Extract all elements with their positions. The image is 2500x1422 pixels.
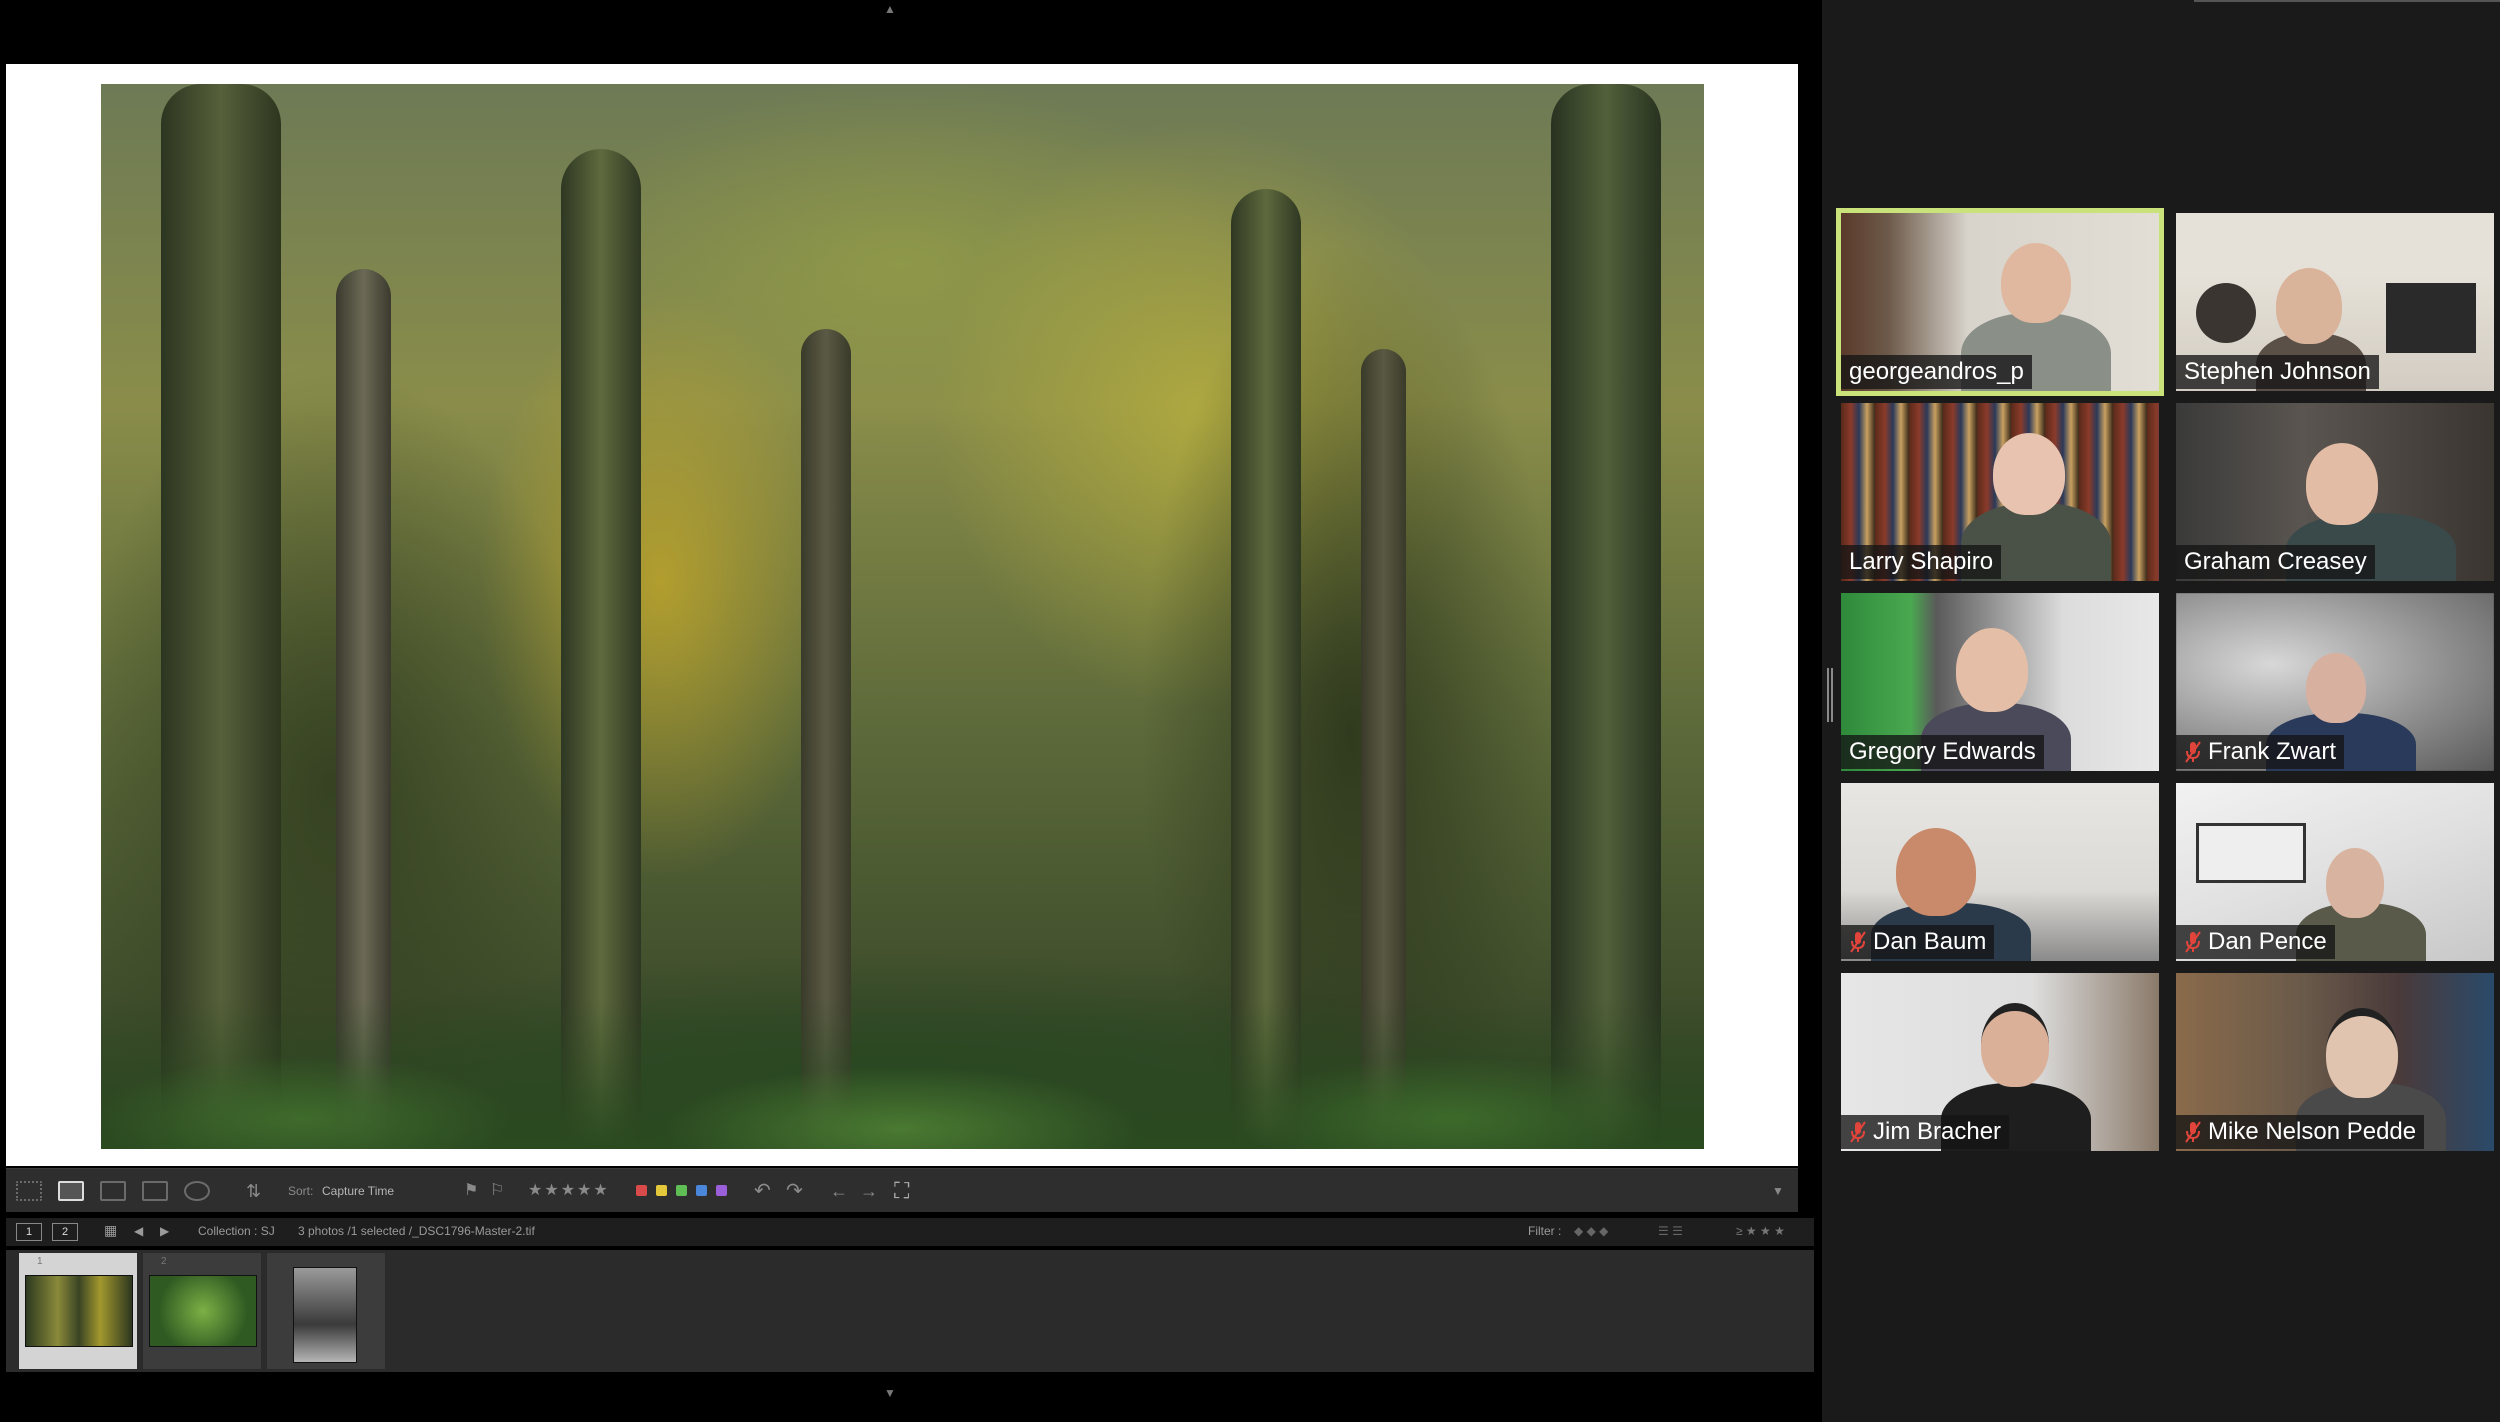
collapse-bottom-panel-arrow-icon[interactable]: ▼ — [882, 1386, 898, 1400]
flag-pick-icon[interactable]: ⚑ — [464, 1179, 478, 1203]
participant-tile[interactable]: Dan Baum — [1841, 783, 2159, 961]
participant-name: Gregory Edwards — [1849, 738, 2036, 765]
muted-mic-icon — [2184, 1120, 2202, 1144]
filter-flags-icon[interactable]: ◆ ◆ ◆ — [1574, 1224, 1608, 1238]
sort-direction-icon[interactable]: ⇅ — [246, 1179, 261, 1203]
rotate-left-icon[interactable]: ↶ — [754, 1179, 771, 1203]
label-yellow-swatch[interactable] — [656, 1185, 667, 1196]
compare-view-icon[interactable] — [100, 1181, 126, 1201]
next-photo-icon[interactable]: → — [860, 1179, 878, 1203]
back-arrow-icon[interactable]: ◀ — [134, 1224, 143, 1238]
filter-rating-icon[interactable]: ≥ ★ ★ ★ — [1736, 1224, 1785, 1238]
participant-name-tag: Dan Baum — [1841, 925, 1995, 959]
label-blue-swatch[interactable] — [696, 1185, 707, 1196]
rotate-right-icon[interactable]: ↷ — [786, 1179, 803, 1203]
thumbnail-number: 2 — [161, 1256, 167, 1267]
participant-name-tag: Gregory Edwards — [1841, 735, 2044, 769]
participant-name-tag: Stephen Johnson — [2176, 355, 2379, 389]
participant-name: Stephen Johnson — [2184, 358, 2371, 385]
label-red-swatch[interactable] — [636, 1185, 647, 1196]
participant-tile[interactable]: Gregory Edwards — [1841, 593, 2159, 771]
participant-name-tag: Graham Creasey — [2176, 545, 2375, 579]
participant-name: Dan Baum — [1873, 928, 1987, 955]
participant-name-tag: Mike Nelson Pedde — [2176, 1115, 2425, 1149]
split-view-handle[interactable] — [1827, 668, 1833, 722]
muted-mic-icon — [2184, 930, 2202, 954]
filmstrip-bar: 1 2 ▦ ◀ ▶ Collection : SJ 3 photos /1 se… — [6, 1218, 1814, 1246]
participant-name: georgeandros_p — [1849, 358, 2024, 385]
participant-name: Frank Zwart — [2208, 738, 2337, 765]
participant-tile[interactable]: Larry Shapiro — [1841, 403, 2159, 581]
muted-mic-icon — [2184, 740, 2202, 764]
filmstrip-thumbnail[interactable] — [266, 1252, 386, 1370]
grid-icon[interactable]: ▦ — [104, 1222, 117, 1239]
sort-label: Sort: — [288, 1184, 314, 1198]
participant-tile[interactable]: Mike Nelson Pedde — [2176, 973, 2494, 1151]
participant-tile[interactable]: Frank Zwart — [2176, 593, 2494, 771]
main-window-button[interactable]: 1 — [16, 1223, 42, 1241]
participant-tile[interactable]: Graham Creasey — [2176, 403, 2494, 581]
sort-value[interactable]: Capture Time — [322, 1179, 394, 1203]
collapse-top-panel-arrow-icon[interactable]: ▲ — [882, 2, 898, 16]
forward-arrow-icon[interactable]: ▶ — [160, 1224, 169, 1238]
forest-thumbnail — [25, 1275, 133, 1347]
crop-overlay-icon[interactable]: ⛶ — [894, 1179, 909, 1203]
survey-view-icon[interactable] — [142, 1181, 168, 1201]
participant-tile[interactable]: Jim Bracher — [1841, 973, 2159, 1151]
participant-tile[interactable]: Dan Pence — [2176, 783, 2494, 961]
participant-gallery: georgeandros_p Stephen Johnson Larry Sha… — [1822, 0, 2500, 1422]
loupe-view — [6, 64, 1798, 1166]
participant-name: Larry Shapiro — [1849, 548, 1994, 575]
forest-photo — [101, 84, 1704, 1149]
people-view-icon[interactable] — [184, 1181, 210, 1201]
secondary-window-button[interactable]: 2 — [52, 1223, 78, 1241]
participant-name: Mike Nelson Pedde — [2208, 1118, 2417, 1145]
beach-thumbnail — [293, 1267, 357, 1363]
participant-name-tag: Dan Pence — [2176, 925, 2335, 959]
label-green-swatch[interactable] — [676, 1185, 687, 1196]
star-rating-icon[interactable]: ★★★★★ — [528, 1179, 610, 1203]
label-purple-swatch[interactable] — [716, 1185, 727, 1196]
participant-name-tag: Jim Bracher — [1841, 1115, 2010, 1149]
toolbar-menu-chevron-icon[interactable]: ▼ — [1772, 1179, 1784, 1203]
filter-color-icon[interactable]: ☰ ☰ — [1658, 1224, 1683, 1238]
participant-tile[interactable]: georgeandros_p — [1836, 208, 2164, 396]
filmstrip-thumbnail[interactable]: 1 — [18, 1252, 138, 1370]
filter-label: Filter : — [1528, 1224, 1562, 1238]
participant-name-tag: Larry Shapiro — [1841, 545, 2002, 579]
muted-mic-icon — [1849, 930, 1867, 954]
previous-photo-icon[interactable]: ← — [830, 1179, 848, 1203]
participant-name: Graham Creasey — [2184, 548, 2367, 575]
thumbnail-number: 1 — [37, 1256, 43, 1267]
gallery-top-line — [2194, 0, 2500, 2]
participant-name: Dan Pence — [2208, 928, 2327, 955]
flag-reject-icon[interactable]: ⚐ — [490, 1179, 504, 1203]
lightroom-toolbar: ⇅ Sort: Capture Time ⚑ ⚐ ★★★★★ ↶ ↷ ← → ⛶… — [6, 1168, 1798, 1212]
grid-view-icon[interactable] — [16, 1181, 42, 1201]
participant-name-tag: Frank Zwart — [2176, 735, 2345, 769]
selection-info[interactable]: 3 photos /1 selected /_DSC1796-Master-2.… — [298, 1224, 535, 1238]
fern-thumbnail — [149, 1275, 257, 1347]
participant-tile[interactable]: Stephen Johnson — [2176, 213, 2494, 391]
muted-mic-icon — [1849, 1120, 1867, 1144]
filmstrip-thumbnail[interactable]: 2 — [142, 1252, 262, 1370]
participant-name-tag: georgeandros_p — [1841, 355, 2032, 389]
participant-name: Jim Bracher — [1873, 1118, 2002, 1145]
filmstrip: 1 2 — [6, 1250, 1814, 1372]
shared-screen: ▲ ⇅ Sort: Capture Time ⚑ ⚐ ★★★★★ ↶ ↷ ← →… — [0, 0, 1822, 1422]
loupe-view-icon[interactable] — [58, 1181, 84, 1201]
collection-name[interactable]: Collection : SJ — [198, 1224, 275, 1238]
